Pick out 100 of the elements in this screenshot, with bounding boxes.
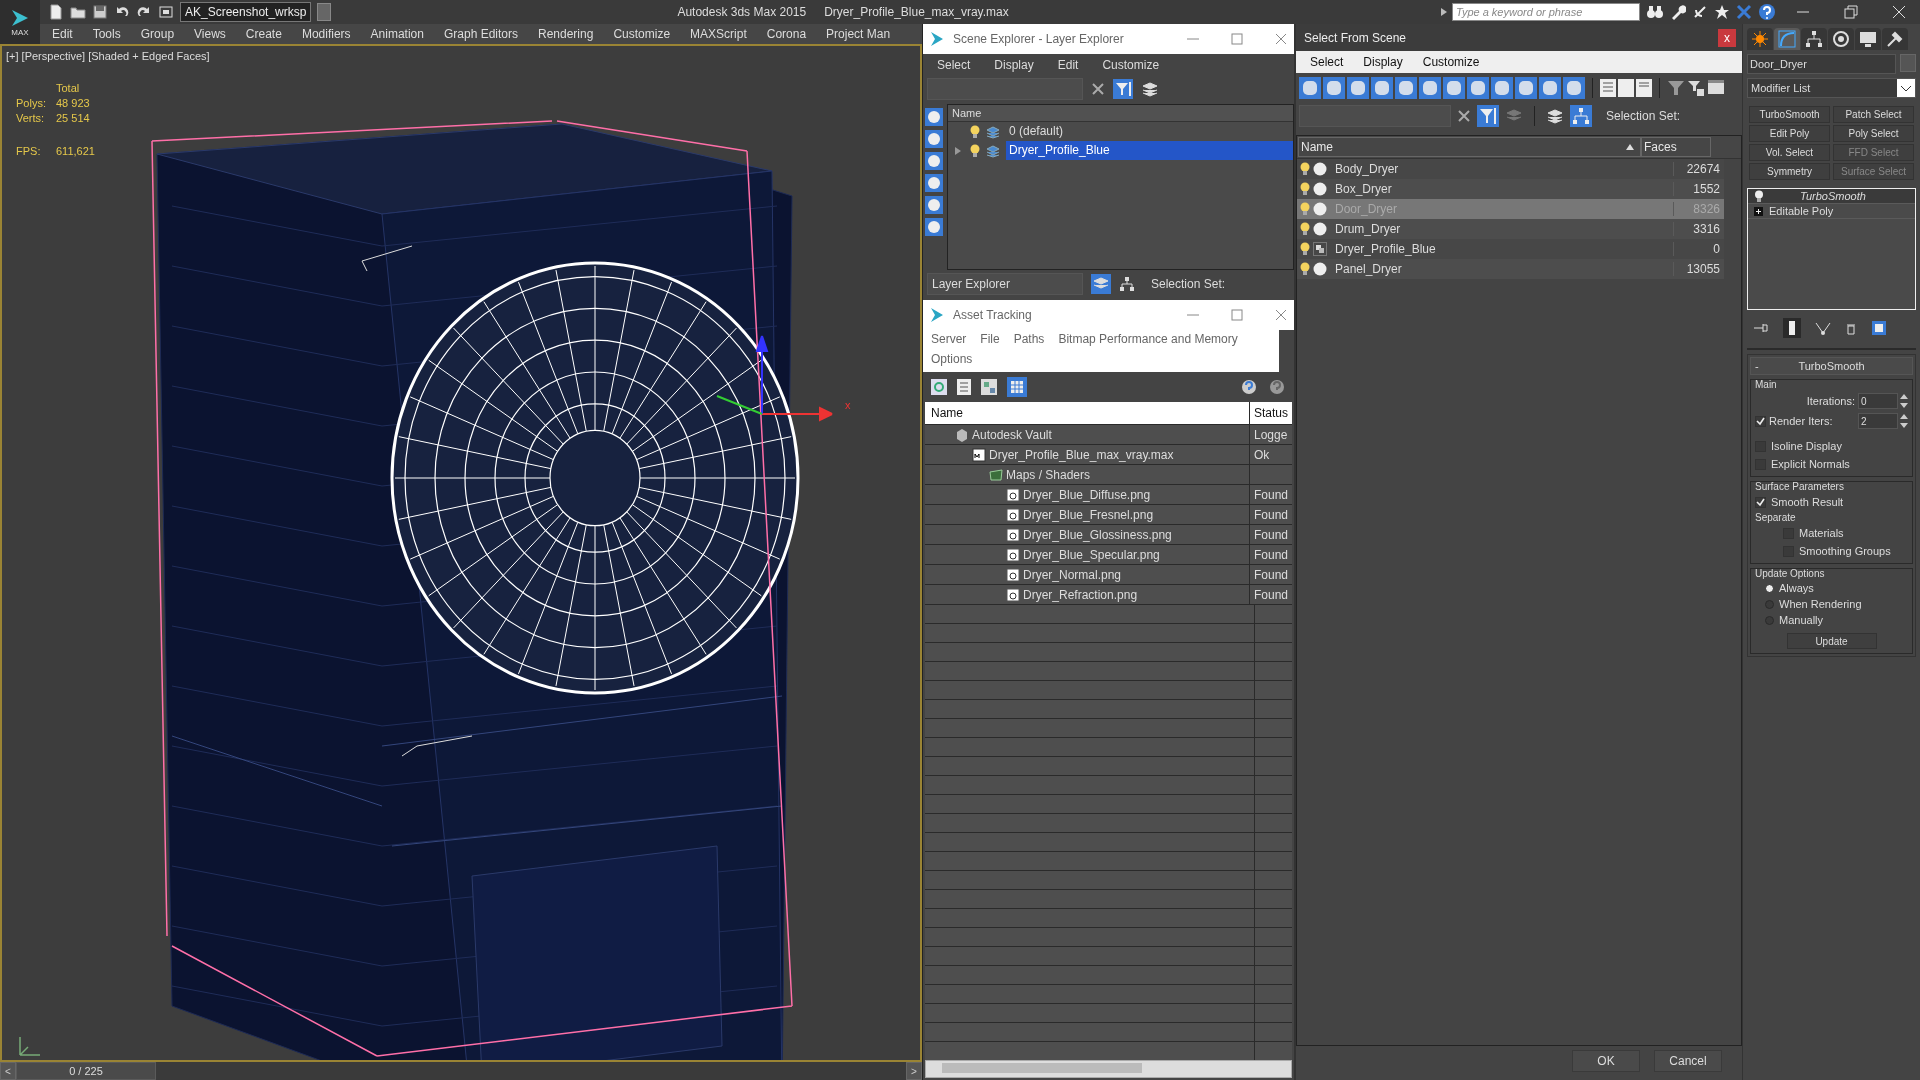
list-icon[interactable]	[1600, 79, 1616, 97]
help-icon[interactable]	[1758, 3, 1776, 21]
panel-tab[interactable]	[1882, 28, 1908, 50]
spinner-arrows-icon[interactable]	[1900, 413, 1908, 429]
panel-tab[interactable]	[1828, 28, 1854, 50]
menu-item[interactable]: MAXScript	[690, 27, 747, 41]
previous-frame-button[interactable]: <	[0, 1062, 16, 1080]
refresh-icon[interactable]	[931, 379, 947, 395]
menu-item[interactable]: Views	[194, 27, 226, 41]
app-logo[interactable]: MAX	[0, 0, 40, 44]
clear-icon[interactable]	[1091, 82, 1105, 96]
asset-name[interactable]: Dryer_Blue_Glossiness.png	[1023, 527, 1172, 542]
menu-item[interactable]: Customize	[1422, 55, 1480, 69]
save-icon[interactable]	[92, 4, 108, 20]
radio-button[interactable]	[1765, 583, 1774, 593]
lightbulb-icon[interactable]	[970, 143, 980, 158]
checkbox[interactable]	[1755, 415, 1766, 427]
menu-item[interactable]: Select	[937, 58, 971, 72]
lightbulb-icon[interactable]	[970, 124, 980, 139]
menu-item[interactable]: File	[980, 332, 1000, 346]
new-file-icon[interactable]	[48, 4, 64, 20]
asset-name[interactable]: Dryer_Blue_Diffuse.png	[1023, 487, 1151, 502]
layers-icon[interactable]	[1141, 80, 1159, 98]
stack-item[interactable]: Editable Poly	[1769, 205, 1834, 217]
workspace-menu-button[interactable]	[317, 3, 332, 21]
menu-item[interactable]: Customize	[613, 27, 671, 41]
modifier-button[interactable]: Poly Select	[1833, 125, 1914, 142]
remove-modifier-icon[interactable]	[1845, 321, 1857, 335]
open-folder-icon[interactable]	[70, 4, 86, 20]
sphere-icon[interactable]	[925, 108, 943, 126]
object-row[interactable]: Panel_Dryer 13055	[1297, 259, 1724, 279]
columns-icon[interactable]	[1707, 79, 1725, 97]
layer-name[interactable]: Dryer_Profile_Blue	[1006, 141, 1293, 160]
viewport-label[interactable]: [+] [Perspective] [Shaded + Edged Faces]	[6, 50, 210, 62]
list-icon[interactable]	[957, 379, 971, 395]
menu-item[interactable]: Bitmap Performance and Memory	[1058, 332, 1238, 346]
pin-icon[interactable]	[1753, 322, 1769, 334]
modifier-list-dropdown[interactable]: Modifier List	[1747, 78, 1916, 98]
asset-name[interactable]: Dryer_Blue_Fresnel.png	[1023, 507, 1154, 522]
configure-sets-icon[interactable]	[1871, 320, 1887, 336]
layer-name[interactable]: 0 (default)	[1006, 122, 1293, 141]
update-button[interactable]: Update	[1786, 633, 1877, 649]
help-icon[interactable]	[1240, 378, 1258, 396]
dialog-button[interactable]: Cancel	[1654, 1050, 1722, 1072]
menu-item[interactable]: Customize	[1102, 58, 1160, 72]
asset-name[interactable]: Autodesk Vault	[972, 427, 1052, 442]
viewport[interactable]: [+] [Perspective] [Shaded + Edged Faces] Total Polys: 48 923 Verts: 25 514 FPS: 611,621 x	[0, 44, 922, 1062]
horizontal-scrollbar[interactable]	[925, 1060, 1292, 1078]
grid-view-icon[interactable]	[1007, 377, 1027, 397]
modifier-button[interactable]: Symmetry	[1749, 163, 1830, 180]
asset-name[interactable]: Dryer_Blue_Specular.png	[1023, 547, 1160, 562]
menu-item[interactable]: Corona	[766, 27, 807, 41]
column-header[interactable]: Status	[1250, 402, 1292, 424]
wrench-icon[interactable]	[1670, 4, 1686, 20]
lightbulb-icon[interactable]	[1754, 190, 1764, 202]
menu-item[interactable]: Edit	[1057, 58, 1079, 72]
filter-icon[interactable]	[1667, 79, 1685, 97]
expand-arrow-icon[interactable]	[954, 145, 962, 156]
clear-icon[interactable]	[1457, 109, 1471, 123]
menu-item[interactable]: Project Man	[826, 27, 891, 41]
menu-item[interactable]: Edit	[52, 27, 73, 41]
menu-item[interactable]: Select	[1310, 55, 1344, 69]
object-name-field[interactable]: Door_Dryer	[1747, 54, 1897, 74]
menu-item[interactable]: Options	[931, 352, 973, 366]
modifier-button[interactable]: Vol. Select	[1749, 144, 1830, 161]
workspace-dropdown[interactable]: AK_Screenshot_wrksp	[180, 2, 312, 22]
sort-arrow-icon[interactable]	[1626, 144, 1634, 150]
menu-item[interactable]: Group	[140, 27, 175, 41]
layers-icon[interactable]	[1091, 274, 1111, 294]
object-row[interactable]: Drum_Dryer 3316	[1297, 219, 1724, 239]
panel-tab[interactable]	[1747, 28, 1773, 50]
menu-item[interactable]: Server	[931, 332, 967, 346]
expand-plus-icon[interactable]	[1754, 206, 1763, 216]
panel-tab[interactable]	[1801, 28, 1827, 50]
search-field[interactable]: Type a keyword or phrase	[1452, 3, 1640, 21]
dialog-button[interactable]: OK	[1572, 1050, 1640, 1072]
menu-item[interactable]: Tools	[92, 27, 121, 41]
rollout-header[interactable]: - TurboSmooth	[1750, 357, 1913, 375]
time-slider-thumb[interactable]: 0 / 225	[16, 1062, 156, 1080]
column-header[interactable]: Name	[925, 402, 1250, 424]
modifier-stack[interactable]: TurboSmooth Editable Poly	[1747, 188, 1916, 310]
page-lines-icon[interactable]	[1636, 79, 1652, 97]
modifier-button[interactable]: Edit Poly	[1749, 125, 1830, 142]
restore-icon[interactable]	[1844, 5, 1858, 19]
menu-item[interactable]: Display	[1363, 55, 1403, 69]
close-button[interactable]: x	[1718, 28, 1736, 47]
menu-item[interactable]: Rendering	[538, 27, 594, 41]
menu-item[interactable]: Animation	[370, 27, 424, 41]
asset-name[interactable]: Dryer_Normal.png	[1023, 567, 1122, 582]
filter-icon[interactable]	[1477, 105, 1499, 127]
color-swatch[interactable]	[1900, 54, 1916, 72]
explorer-mode-dropdown[interactable]: Layer Explorer	[927, 273, 1083, 295]
modifier-button[interactable]: TurboSmooth	[1749, 106, 1830, 123]
column-header[interactable]: Name	[1301, 139, 1333, 155]
asset-name[interactable]: Maps / Shaders	[1006, 467, 1091, 482]
filter-icon[interactable]	[1113, 79, 1133, 99]
x-logo-icon[interactable]	[1736, 4, 1752, 20]
next-frame-button[interactable]: >	[906, 1062, 922, 1080]
binoculars-icon[interactable]	[1646, 4, 1664, 20]
column-header[interactable]: Name	[948, 105, 1293, 122]
